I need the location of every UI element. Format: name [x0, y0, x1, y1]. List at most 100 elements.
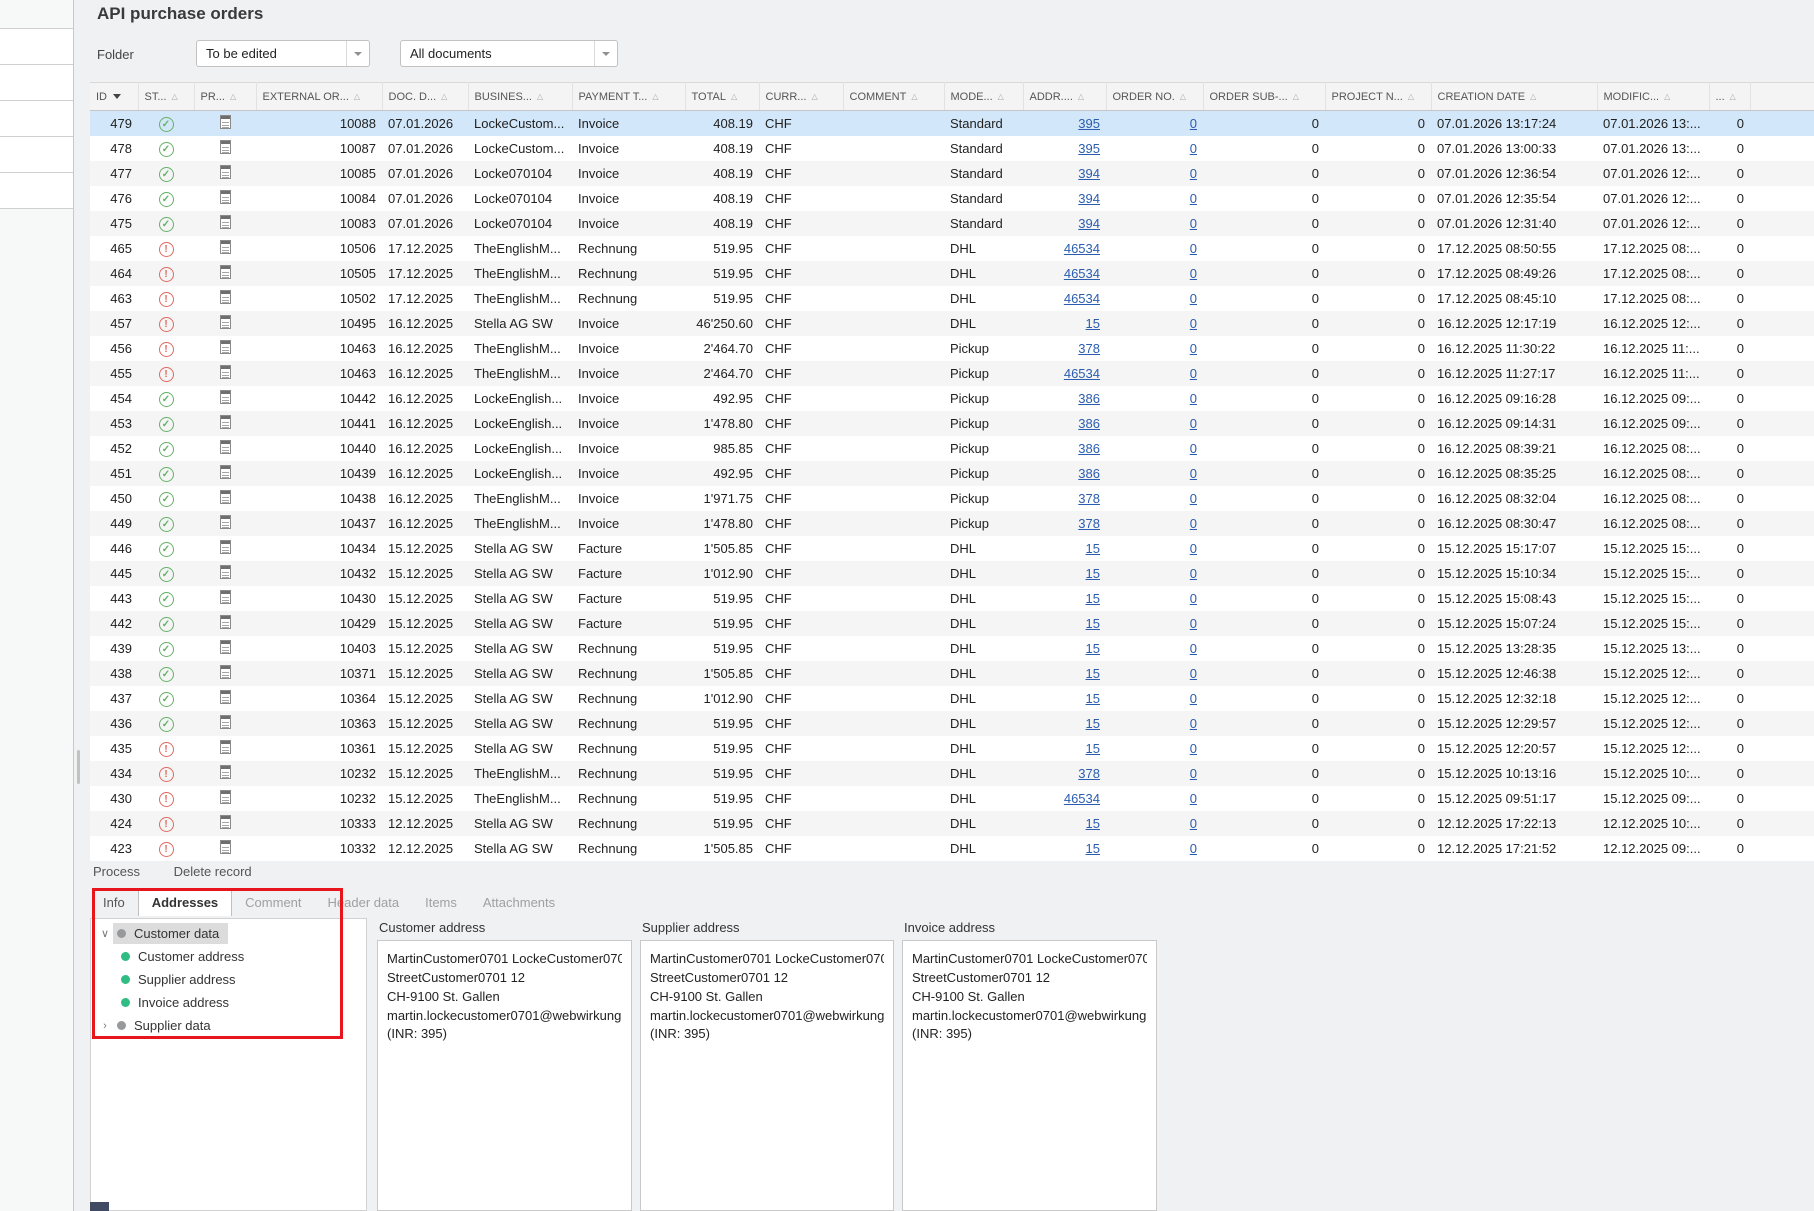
table-row[interactable]: 439✓1040315.12.2025Stella AG SWRechnung5… [90, 636, 1814, 661]
table-row[interactable]: 477✓1008507.01.2026Locke070104Invoice408… [90, 161, 1814, 186]
table-row[interactable]: 443✓1043015.12.2025Stella AG SWFacture51… [90, 586, 1814, 611]
documents-dropdown-button[interactable] [594, 41, 617, 66]
table-row[interactable]: 434!1023215.12.2025TheEnglishM...Rechnun… [90, 761, 1814, 786]
order_no-link[interactable]: 0 [1190, 616, 1197, 631]
column-header-order_sub[interactable]: ORDER SUB-...△ [1203, 83, 1325, 111]
addr-link[interactable]: 15 [1086, 741, 1100, 756]
table-row[interactable]: 438✓1037115.12.2025Stella AG SWRechnung1… [90, 661, 1814, 686]
column-header-creation_date[interactable]: CREATION DATE△ [1431, 83, 1597, 111]
order_no-link[interactable]: 0 [1190, 791, 1197, 806]
column-header-status[interactable]: ST...△ [138, 83, 194, 111]
addr-link[interactable]: 395 [1078, 116, 1100, 131]
delete-record-button[interactable]: Delete record [174, 864, 252, 879]
addr-link[interactable]: 15 [1086, 591, 1100, 606]
process-button[interactable]: Process [93, 864, 140, 879]
table-row[interactable]: 424!1033312.12.2025Stella AG SWRechnung5… [90, 811, 1814, 836]
table-row[interactable]: 479✓1008807.01.2026LockeCustom...Invoice… [90, 111, 1814, 136]
order_no-link[interactable]: 0 [1190, 516, 1197, 531]
addr-link[interactable]: 386 [1078, 416, 1100, 431]
column-header-modified[interactable]: MODIFIC...△ [1597, 83, 1709, 111]
addr-link[interactable]: 15 [1086, 691, 1100, 706]
addr-link[interactable]: 15 [1086, 841, 1100, 856]
table-row[interactable]: 452✓1044016.12.2025LockeEnglish...Invoic… [90, 436, 1814, 461]
table-row[interactable]: 465!1050617.12.2025TheEnglishM...Rechnun… [90, 236, 1814, 261]
order_no-link[interactable]: 0 [1190, 841, 1197, 856]
table-row[interactable]: 454✓1044216.12.2025LockeEnglish...Invoic… [90, 386, 1814, 411]
order_no-link[interactable]: 0 [1190, 766, 1197, 781]
addr-link[interactable]: 15 [1086, 616, 1100, 631]
table-row[interactable]: 435!1036115.12.2025Stella AG SWRechnung5… [90, 736, 1814, 761]
order_no-link[interactable]: 0 [1190, 266, 1197, 281]
order_no-link[interactable]: 0 [1190, 191, 1197, 206]
table-row[interactable]: 453✓1044116.12.2025LockeEnglish...Invoic… [90, 411, 1814, 436]
order_no-link[interactable]: 0 [1190, 241, 1197, 256]
order_no-link[interactable]: 0 [1190, 541, 1197, 556]
column-header-pr[interactable]: PR...△ [194, 83, 256, 111]
table-row[interactable]: 449✓1043716.12.2025TheEnglishM...Invoice… [90, 511, 1814, 536]
addr-link[interactable]: 46534 [1064, 366, 1100, 381]
column-header-more[interactable]: ...△ [1709, 83, 1750, 111]
order_no-link[interactable]: 0 [1190, 466, 1197, 481]
order_no-link[interactable]: 0 [1190, 391, 1197, 406]
tab-header-data[interactable]: Header data [315, 890, 413, 916]
addr-link[interactable]: 394 [1078, 166, 1100, 181]
table-row[interactable]: 464!1050517.12.2025TheEnglishM...Rechnun… [90, 261, 1814, 286]
table-row[interactable]: 457!1049516.12.2025Stella AG SWInvoice46… [90, 311, 1814, 336]
table-row[interactable]: 451✓1043916.12.2025LockeEnglish...Invoic… [90, 461, 1814, 486]
table-row[interactable]: 450✓1043816.12.2025TheEnglishM...Invoice… [90, 486, 1814, 511]
addr-link[interactable]: 46534 [1064, 241, 1100, 256]
column-header-payment_type[interactable]: PAYMENT T...△ [572, 83, 685, 111]
tab-attachments[interactable]: Attachments [470, 890, 568, 916]
addr-link[interactable]: 15 [1086, 816, 1100, 831]
order_no-link[interactable]: 0 [1190, 216, 1197, 231]
order_no-link[interactable]: 0 [1190, 491, 1197, 506]
table-row[interactable]: 436✓1036315.12.2025Stella AG SWRechnung5… [90, 711, 1814, 736]
addr-link[interactable]: 386 [1078, 391, 1100, 406]
column-header-mode[interactable]: MODE...△ [944, 83, 1023, 111]
addr-link[interactable]: 378 [1078, 341, 1100, 356]
tree-item-customer-data[interactable]: ∨Customer data [91, 922, 366, 945]
tab-comment[interactable]: Comment [232, 890, 314, 916]
addr-link[interactable]: 15 [1086, 641, 1100, 656]
column-header-project[interactable]: PROJECT N...△ [1325, 83, 1431, 111]
order_no-link[interactable]: 0 [1190, 316, 1197, 331]
addr-link[interactable]: 46534 [1064, 291, 1100, 306]
addr-link[interactable]: 378 [1078, 491, 1100, 506]
order_no-link[interactable]: 0 [1190, 641, 1197, 656]
addr-link[interactable]: 15 [1086, 566, 1100, 581]
order_no-link[interactable]: 0 [1190, 416, 1197, 431]
table-row[interactable]: 446✓1043415.12.2025Stella AG SWFacture1'… [90, 536, 1814, 561]
folder-dropdown[interactable]: To be edited [196, 40, 370, 67]
addr-link[interactable]: 386 [1078, 441, 1100, 456]
table-row[interactable]: 442✓1042915.12.2025Stella AG SWFacture51… [90, 611, 1814, 636]
tab-items[interactable]: Items [412, 890, 470, 916]
column-header-comment[interactable]: COMMENT△ [843, 83, 944, 111]
column-header-total[interactable]: TOTAL△ [685, 83, 759, 111]
table-row[interactable]: 430!1023215.12.2025TheEnglishM...Rechnun… [90, 786, 1814, 811]
table-row[interactable]: 437✓1036415.12.2025Stella AG SWRechnung1… [90, 686, 1814, 711]
table-row[interactable]: 445✓1043215.12.2025Stella AG SWFacture1'… [90, 561, 1814, 586]
order_no-link[interactable]: 0 [1190, 291, 1197, 306]
addr-link[interactable]: 15 [1086, 716, 1100, 731]
addr-link[interactable]: 394 [1078, 191, 1100, 206]
order_no-link[interactable]: 0 [1190, 341, 1197, 356]
column-header-currency[interactable]: CURR...△ [759, 83, 843, 111]
table-row[interactable]: 455!1046316.12.2025TheEnglishM...Invoice… [90, 361, 1814, 386]
column-header-id[interactable]: ID [90, 83, 138, 111]
addr-link[interactable]: 15 [1086, 666, 1100, 681]
addr-link[interactable]: 15 [1086, 541, 1100, 556]
addr-link[interactable]: 395 [1078, 141, 1100, 156]
tab-addresses[interactable]: Addresses [138, 889, 232, 916]
tree-item-customer-address[interactable]: Customer address [91, 945, 366, 968]
chevron-expanded-icon[interactable]: ∨ [97, 927, 113, 940]
documents-dropdown[interactable]: All documents [400, 40, 618, 67]
order_no-link[interactable]: 0 [1190, 141, 1197, 156]
addr-link[interactable]: 378 [1078, 766, 1100, 781]
addr-link[interactable]: 394 [1078, 216, 1100, 231]
table-row[interactable]: 476✓1008407.01.2026Locke070104Invoice408… [90, 186, 1814, 211]
tree-item-invoice-address[interactable]: Invoice address [91, 991, 366, 1014]
table-row[interactable]: 463!1050217.12.2025TheEnglishM...Rechnun… [90, 286, 1814, 311]
table-row[interactable]: 475✓1008307.01.2026Locke070104Invoice408… [90, 211, 1814, 236]
chevron-collapsed-icon[interactable]: › [97, 1020, 113, 1032]
addr-link[interactable]: 46534 [1064, 266, 1100, 281]
